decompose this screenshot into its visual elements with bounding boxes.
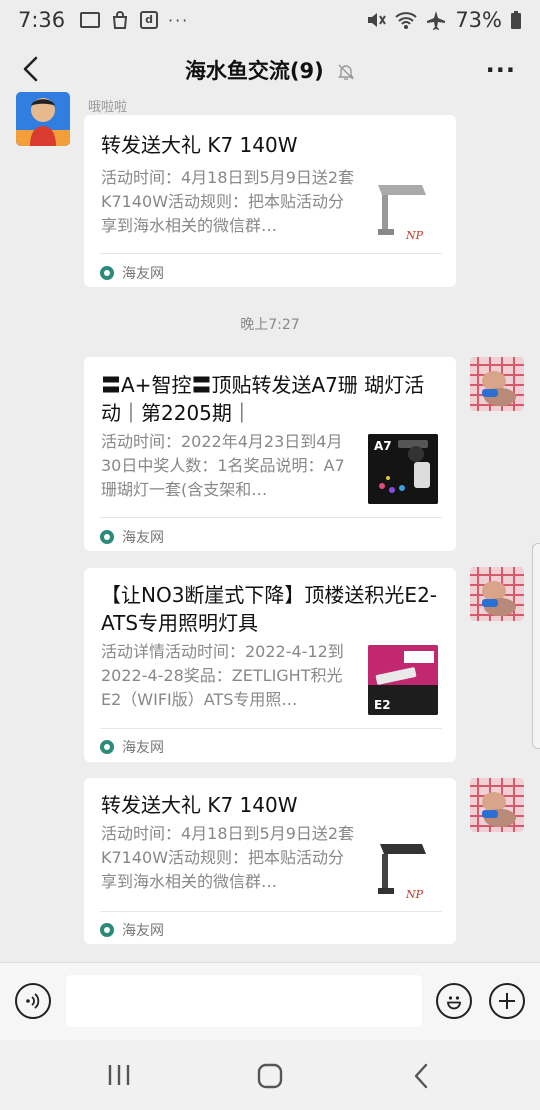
svg-text:NP: NP — [405, 888, 424, 901]
card-source: 海友网 — [100, 527, 164, 547]
source-logo-icon — [100, 530, 114, 544]
voice-icon — [26, 993, 40, 1009]
thumb-label: E2 — [374, 698, 391, 712]
link-card-4[interactable]: 转发送大礼 K7 140W 活动时间：4月18日到5月9日送2套K7140W活动… — [84, 778, 456, 944]
source-name: 海友网 — [122, 923, 164, 939]
card-title: 转发送大礼 K7 140W — [101, 793, 298, 817]
battery-percent: 73% — [455, 8, 502, 32]
sender-name: 哦啦啦 — [88, 100, 128, 115]
source-name: 海友网 — [122, 530, 164, 546]
voice-button[interactable] — [15, 983, 51, 1019]
card-title: 【让NO3断崖式下降】顶楼送积光E2-ATS专用照明灯具 — [101, 583, 438, 635]
thumb-label: A7 — [374, 439, 392, 453]
card-title: 〓A+智控〓顶贴转发送A7珊 瑚灯活动｜第2205期｜ — [101, 373, 425, 425]
source-logo-icon — [100, 740, 114, 754]
message-input-bar — [0, 962, 540, 1040]
lamp-image: NP — [368, 836, 438, 906]
card-source: 海友网 — [100, 737, 164, 757]
image-icon — [80, 12, 100, 28]
emoji-button[interactable] — [436, 983, 472, 1019]
system-back-icon[interactable] — [408, 1062, 434, 1090]
home-icon[interactable] — [256, 1062, 284, 1090]
card-description: 活动时间：4月18日到5月9日送2套K7140W活动规则：把本贴活动分享到海水相… — [101, 168, 355, 235]
avatar[interactable] — [470, 567, 524, 621]
mute-icon — [368, 13, 387, 27]
card-description: 活动时间：4月18日到5月9日送2套K7140W活动规则：把本贴活动分享到海水相… — [101, 824, 355, 891]
source-logo-icon — [100, 266, 114, 280]
e2-light-image: E2 — [368, 645, 438, 715]
battery-icon — [511, 11, 521, 29]
card-source: 海友网 — [100, 263, 164, 283]
lamp-image: NP — [368, 177, 438, 247]
card-divider — [100, 253, 442, 254]
link-card-1[interactable]: 转发送大礼 K7 140W 活动时间：4月18日到5月9日送2套K7140W活动… — [84, 115, 456, 287]
chat-title-wrap: 海水鱼交流(9) — [0, 55, 540, 85]
recent-apps-icon[interactable] — [104, 1062, 134, 1088]
link-card-2[interactable]: 〓A+智控〓顶贴转发送A7珊 瑚灯活动｜第2205期｜ 活动时间：2022年4月… — [84, 357, 456, 551]
chat-title: 海水鱼交流(9) — [184, 59, 324, 83]
card-description: 活动时间：2022年4月23日到4月30日中奖人数：1名奖品说明：A7珊瑚灯一套… — [101, 432, 345, 499]
status-bar: 7:36 d ··· 73% — [0, 0, 540, 40]
more-options-button[interactable]: ··· — [486, 56, 516, 84]
avatar[interactable] — [470, 357, 524, 411]
bag-icon — [112, 11, 128, 29]
source-name: 海友网 — [122, 266, 164, 282]
card-description: 活动详情活动时间：2022-4-12到2022-4-28奖品：ZETLIGHT积… — [101, 642, 344, 709]
status-time: 7:36 — [18, 8, 66, 32]
card-source: 海友网 — [100, 920, 164, 940]
avatar-figure — [16, 92, 70, 146]
system-navigation-bar — [0, 1040, 540, 1110]
card-divider — [100, 728, 442, 729]
airplane-icon — [427, 11, 446, 30]
card-divider — [100, 911, 442, 912]
side-scroll-handle[interactable] — [532, 543, 540, 749]
more-dots-icon: ··· — [168, 10, 190, 30]
card-title: 转发送大礼 K7 140W — [101, 133, 298, 157]
smiley-icon — [447, 996, 461, 1010]
chat-header: 海水鱼交流(9) ··· — [0, 40, 540, 98]
a7-light-image: A7 — [368, 434, 438, 504]
mute-bell-icon — [338, 64, 354, 80]
source-name: 海友网 — [122, 740, 164, 756]
avatar[interactable] — [470, 778, 524, 832]
plus-icon — [499, 993, 515, 1009]
add-button[interactable] — [489, 983, 525, 1019]
link-card-3[interactable]: 【让NO3断崖式下降】顶楼送积光E2-ATS专用照明灯具 活动详情活动时间：20… — [84, 568, 456, 762]
d-app-icon: d — [140, 11, 158, 29]
wifi-icon — [395, 12, 417, 29]
avatar[interactable] — [16, 92, 70, 146]
source-logo-icon — [100, 923, 114, 937]
svg-text:NP: NP — [405, 229, 424, 242]
card-divider — [100, 517, 442, 518]
message-timestamp: 晚上7:27 — [240, 317, 300, 333]
message-input[interactable] — [66, 975, 422, 1027]
